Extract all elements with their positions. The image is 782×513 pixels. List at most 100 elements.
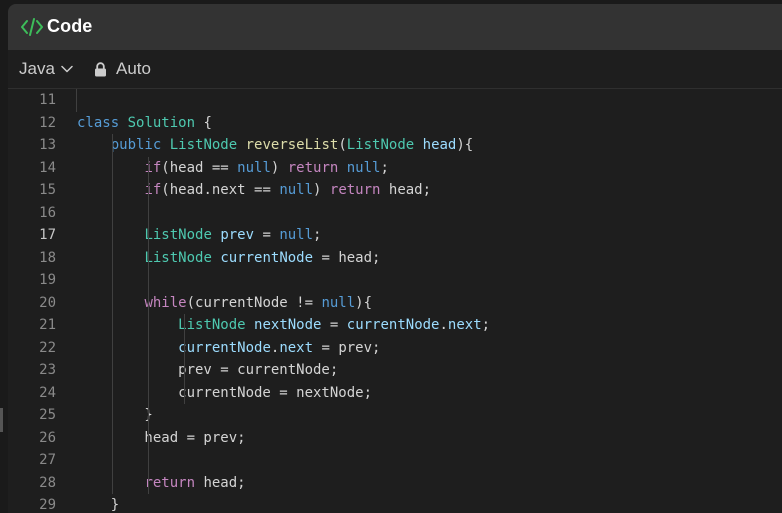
- code-token: currentNode = nextNode;: [77, 384, 373, 401]
- code-token: .: [439, 317, 448, 333]
- code-line: 11: [8, 89, 782, 112]
- line-text: head = prev;: [77, 427, 245, 450]
- line-text: public ListNode reverseList(ListNode hea…: [77, 134, 474, 157]
- line-number: 18: [39, 249, 56, 266]
- line-number: 19: [39, 272, 56, 288]
- indent-guide: [76, 89, 77, 112]
- indent-guide: [112, 134, 113, 494]
- language-dropdown[interactable]: Java: [19, 50, 73, 88]
- code-token: if: [144, 159, 162, 176]
- indent-guide: [184, 314, 185, 404]
- code-token: = prev;: [313, 339, 381, 356]
- code-token: = head;: [313, 249, 381, 266]
- line-number: 28: [39, 474, 56, 491]
- code-token: ListNode: [178, 317, 246, 333]
- code-line: 18 ListNode currentNode = head;: [8, 247, 782, 270]
- line-number: 24: [39, 384, 56, 401]
- code-line: 24 currentNode = nextNode;: [8, 382, 782, 405]
- line-number: 12: [39, 114, 56, 131]
- code-token: prev: [220, 227, 255, 243]
- code-token: next: [447, 317, 482, 333]
- lock-icon: [95, 61, 106, 76]
- line-text: }: [77, 404, 153, 427]
- code-line: 21 ListNode nextNode = currentNode.next;: [8, 314, 782, 337]
- line-text: while(currentNode != null){: [77, 292, 372, 315]
- code-token: null: [279, 227, 314, 243]
- code-token: return: [287, 159, 339, 176]
- code-line: 19: [8, 269, 782, 292]
- code-line: 27: [8, 449, 782, 472]
- code-line: 15 if(head.next == null) return head;: [8, 179, 782, 202]
- line-number: 20: [39, 294, 56, 311]
- code-block-header: Code: [8, 4, 782, 50]
- line-text: class Solution {: [77, 112, 212, 135]
- line-number: 14: [39, 159, 56, 176]
- code-line: 22 currentNode.next = prev;: [8, 337, 782, 360]
- code-token: ){: [456, 137, 474, 153]
- code-token: ;: [481, 317, 491, 333]
- line-text: if(head == null) return null;: [77, 157, 389, 180]
- code-token: }: [77, 497, 120, 513]
- code-token: reverseList: [245, 137, 339, 153]
- code-token: }: [77, 407, 153, 423]
- line-text: }: [77, 494, 119, 513]
- line-text: if(head.next == null) return head;: [77, 179, 431, 202]
- line-number: 27: [39, 452, 56, 468]
- line-text: ListNode currentNode = head;: [77, 247, 380, 270]
- code-line: 28 return head;: [8, 472, 782, 495]
- indent-guide: [148, 156, 149, 494]
- code-line: 14 if(head == null) return null;: [8, 157, 782, 180]
- code-token: ){: [355, 294, 373, 311]
- code-line: 23 prev = currentNode;: [8, 359, 782, 382]
- code-token: =: [254, 227, 280, 243]
- code-token: head;: [380, 182, 432, 198]
- line-text: ListNode prev = null;: [77, 224, 321, 247]
- code-token: ListNode: [144, 249, 212, 266]
- code-token: Solution: [127, 114, 196, 131]
- line-text: return head;: [77, 472, 245, 495]
- line-number: 13: [39, 137, 56, 153]
- code-line: 26 head = prev;: [8, 427, 782, 450]
- code-token: {: [195, 114, 212, 131]
- line-number: 15: [39, 182, 56, 198]
- code-token: =: [321, 317, 347, 333]
- auto-mode-indicator: Auto: [94, 50, 151, 88]
- code-panel: Code Java Auto 11 12 class Solution { 13 pu…: [8, 4, 782, 513]
- code-line: 25 }: [8, 404, 782, 427]
- code-token: head: [422, 137, 457, 153]
- code-token: next: [279, 339, 314, 356]
- line-number: 25: [39, 407, 56, 423]
- code-line: 16: [8, 202, 782, 225]
- code-token: currentNode: [178, 339, 271, 356]
- code-token: ;: [380, 159, 389, 176]
- code-token: return: [329, 182, 381, 198]
- line-number: 17: [39, 227, 56, 243]
- code-token: ;: [313, 227, 322, 243]
- line-number: 21: [39, 317, 56, 333]
- line-number: 11: [39, 92, 56, 108]
- code-token: null: [279, 182, 314, 198]
- code-token: while: [144, 294, 187, 311]
- code-line: 17 ListNode prev = null;: [8, 224, 782, 247]
- auto-label: Auto: [116, 59, 151, 78]
- line-number: 22: [39, 339, 56, 356]
- code-icon: [21, 18, 43, 36]
- code-token: ListNode: [144, 227, 212, 243]
- code-editor[interactable]: 11 12 class Solution { 13 public ListNode r…: [8, 89, 782, 513]
- code-toolbar: Java Auto: [8, 50, 782, 89]
- line-text: ListNode nextNode = currentNode.next;: [77, 314, 490, 337]
- resize-handle[interactable]: [0, 408, 3, 432]
- code-token: ): [270, 159, 288, 176]
- line-text: currentNode.next = prev;: [77, 337, 380, 360]
